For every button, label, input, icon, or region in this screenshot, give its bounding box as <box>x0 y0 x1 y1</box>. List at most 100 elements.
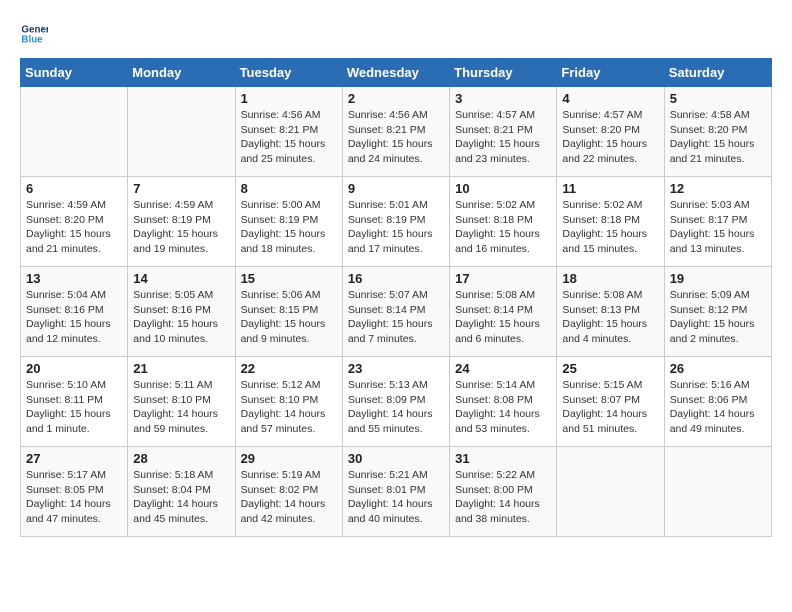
calendar-cell: 13Sunrise: 5:04 AM Sunset: 8:16 PM Dayli… <box>21 267 128 357</box>
day-info: Sunrise: 5:14 AM Sunset: 8:08 PM Dayligh… <box>455 378 551 437</box>
day-number: 3 <box>455 91 551 106</box>
day-info: Sunrise: 5:22 AM Sunset: 8:00 PM Dayligh… <box>455 468 551 527</box>
calendar-cell: 3 Sunrise: 4:57 AM Sunset: 8:21 PM Daylig… <box>450 87 557 177</box>
calendar-table: SundayMondayTuesdayWednesdayThursdayFrid… <box>20 58 772 537</box>
day-info: Sunrise: 5:15 AM Sunset: 8:07 PM Dayligh… <box>562 378 658 437</box>
day-number: 6 <box>26 181 122 196</box>
day-info: Sunrise: 5:12 AM Sunset: 8:10 PM Dayligh… <box>241 378 337 437</box>
column-header-thursday: Thursday <box>450 59 557 87</box>
calendar-cell: 31 Sunrise: 5:22 AM Sunset: 8:00 PM Dayli… <box>450 447 557 537</box>
calendar-cell: 15 Sunrise: 5:06 AM Sunset: 8:15 PM Dayli… <box>235 267 342 357</box>
day-info: Sunrise: 5:09 AM Sunset: 8:12 PM Dayligh… <box>670 288 766 347</box>
day-number: 16 <box>348 271 444 286</box>
day-info: Sunrise: 5:11 AM Sunset: 8:10 PM Dayligh… <box>133 378 229 437</box>
day-info: Sunrise: 5:08 AM Sunset: 8:14 PM Dayligh… <box>455 288 551 347</box>
column-header-saturday: Saturday <box>664 59 771 87</box>
calendar-cell: 22 Sunrise: 5:12 AM Sunset: 8:10 PM Dayli… <box>235 357 342 447</box>
day-number: 19 <box>670 271 766 286</box>
calendar-cell: 11 Sunrise: 5:02 AM Sunset: 8:18 PM Dayli… <box>557 177 664 267</box>
calendar-cell: 4 Sunrise: 4:57 AM Sunset: 8:20 PM Daylig… <box>557 87 664 177</box>
calendar-cell: 28 Sunrise: 5:18 AM Sunset: 8:04 PM Dayli… <box>128 447 235 537</box>
day-number: 11 <box>562 181 658 196</box>
day-number: 8 <box>241 181 337 196</box>
day-info: Sunrise: 4:58 AM Sunset: 8:20 PM Dayligh… <box>670 108 766 167</box>
column-header-sunday: Sunday <box>21 59 128 87</box>
calendar-cell: 25 Sunrise: 5:15 AM Sunset: 8:07 PM Dayli… <box>557 357 664 447</box>
day-info: Sunrise: 5:02 AM Sunset: 8:18 PM Dayligh… <box>562 198 658 257</box>
day-number: 22 <box>241 361 337 376</box>
day-number: 27 <box>26 451 122 466</box>
calendar-cell: 2 Sunrise: 4:56 AM Sunset: 8:21 PM Daylig… <box>342 87 449 177</box>
day-info: Sunrise: 5:06 AM Sunset: 8:15 PM Dayligh… <box>241 288 337 347</box>
calendar-cell: 8Sunrise: 5:00 AM Sunset: 8:19 PM Daylig… <box>235 177 342 267</box>
day-number: 30 <box>348 451 444 466</box>
day-info: Sunrise: 5:08 AM Sunset: 8:13 PM Dayligh… <box>562 288 658 347</box>
day-info: Sunrise: 4:57 AM Sunset: 8:21 PM Dayligh… <box>455 108 551 167</box>
day-number: 13 <box>26 271 122 286</box>
day-info: Sunrise: 5:05 AM Sunset: 8:16 PM Dayligh… <box>133 288 229 347</box>
day-number: 24 <box>455 361 551 376</box>
calendar-cell: 27 Sunrise: 5:17 AM Sunset: 8:05 PM Dayli… <box>21 447 128 537</box>
day-number: 7 <box>133 181 229 196</box>
calendar-cell: 7 Sunrise: 4:59 AM Sunset: 8:19 PM Daylig… <box>128 177 235 267</box>
day-number: 10 <box>455 181 551 196</box>
calendar-cell: 30 Sunrise: 5:21 AM Sunset: 8:01 PM Dayli… <box>342 447 449 537</box>
day-info: Sunrise: 5:18 AM Sunset: 8:04 PM Dayligh… <box>133 468 229 527</box>
day-number: 2 <box>348 91 444 106</box>
day-info: Sunrise: 5:10 AM Sunset: 8:11 PM Dayligh… <box>26 378 122 437</box>
calendar-cell <box>21 87 128 177</box>
day-info: Sunrise: 4:59 AM Sunset: 8:19 PM Dayligh… <box>133 198 229 257</box>
day-number: 26 <box>670 361 766 376</box>
column-header-friday: Friday <box>557 59 664 87</box>
day-number: 31 <box>455 451 551 466</box>
calendar-cell: 1Sunrise: 4:56 AM Sunset: 8:21 PM Daylig… <box>235 87 342 177</box>
day-info: Sunrise: 4:57 AM Sunset: 8:20 PM Dayligh… <box>562 108 658 167</box>
day-number: 9 <box>348 181 444 196</box>
calendar-cell: 14 Sunrise: 5:05 AM Sunset: 8:16 PM Dayli… <box>128 267 235 357</box>
day-info: Sunrise: 5:13 AM Sunset: 8:09 PM Dayligh… <box>348 378 444 437</box>
column-header-wednesday: Wednesday <box>342 59 449 87</box>
day-info: Sunrise: 5:19 AM Sunset: 8:02 PM Dayligh… <box>241 468 337 527</box>
calendar-cell: 18 Sunrise: 5:08 AM Sunset: 8:13 PM Dayli… <box>557 267 664 357</box>
day-info: Sunrise: 5:01 AM Sunset: 8:19 PM Dayligh… <box>348 198 444 257</box>
calendar-cell: 6 Sunrise: 4:59 AM Sunset: 8:20 PM Daylig… <box>21 177 128 267</box>
day-number: 18 <box>562 271 658 286</box>
day-number: 4 <box>562 91 658 106</box>
day-info: Sunrise: 4:56 AM Sunset: 8:21 PM Dayligh… <box>348 108 444 167</box>
day-number: 25 <box>562 361 658 376</box>
column-header-monday: Monday <box>128 59 235 87</box>
calendar-cell: 23 Sunrise: 5:13 AM Sunset: 8:09 PM Dayli… <box>342 357 449 447</box>
calendar-cell: 19 Sunrise: 5:09 AM Sunset: 8:12 PM Dayli… <box>664 267 771 357</box>
day-number: 17 <box>455 271 551 286</box>
calendar-cell: 29 Sunrise: 5:19 AM Sunset: 8:02 PM Dayli… <box>235 447 342 537</box>
svg-text:Blue: Blue <box>21 34 43 45</box>
calendar-cell: 9 Sunrise: 5:01 AM Sunset: 8:19 PM Daylig… <box>342 177 449 267</box>
calendar-cell: 24 Sunrise: 5:14 AM Sunset: 8:08 PM Dayli… <box>450 357 557 447</box>
column-header-tuesday: Tuesday <box>235 59 342 87</box>
logo: General Blue <box>20 20 50 48</box>
day-info: Sunrise: 4:56 AM Sunset: 8:21 PM Dayligh… <box>241 108 337 167</box>
day-number: 20 <box>26 361 122 376</box>
day-number: 15 <box>241 271 337 286</box>
day-number: 14 <box>133 271 229 286</box>
calendar-cell: 5 Sunrise: 4:58 AM Sunset: 8:20 PM Daylig… <box>664 87 771 177</box>
day-info: Sunrise: 5:21 AM Sunset: 8:01 PM Dayligh… <box>348 468 444 527</box>
day-number: 28 <box>133 451 229 466</box>
calendar-cell: 17 Sunrise: 5:08 AM Sunset: 8:14 PM Dayli… <box>450 267 557 357</box>
calendar-cell: 10 Sunrise: 5:02 AM Sunset: 8:18 PM Dayli… <box>450 177 557 267</box>
day-number: 23 <box>348 361 444 376</box>
day-number: 21 <box>133 361 229 376</box>
calendar-cell: 20 Sunrise: 5:10 AM Sunset: 8:11 PM Dayli… <box>21 357 128 447</box>
day-number: 5 <box>670 91 766 106</box>
calendar-cell: 12Sunrise: 5:03 AM Sunset: 8:17 PM Dayli… <box>664 177 771 267</box>
day-info: Sunrise: 4:59 AM Sunset: 8:20 PM Dayligh… <box>26 198 122 257</box>
day-number: 29 <box>241 451 337 466</box>
day-info: Sunrise: 5:02 AM Sunset: 8:18 PM Dayligh… <box>455 198 551 257</box>
day-info: Sunrise: 5:07 AM Sunset: 8:14 PM Dayligh… <box>348 288 444 347</box>
calendar-cell: 16 Sunrise: 5:07 AM Sunset: 8:14 PM Dayli… <box>342 267 449 357</box>
day-info: Sunrise: 5:17 AM Sunset: 8:05 PM Dayligh… <box>26 468 122 527</box>
calendar-cell <box>128 87 235 177</box>
day-info: Sunrise: 5:16 AM Sunset: 8:06 PM Dayligh… <box>670 378 766 437</box>
calendar-cell <box>557 447 664 537</box>
calendar-cell: 26 Sunrise: 5:16 AM Sunset: 8:06 PM Dayli… <box>664 357 771 447</box>
